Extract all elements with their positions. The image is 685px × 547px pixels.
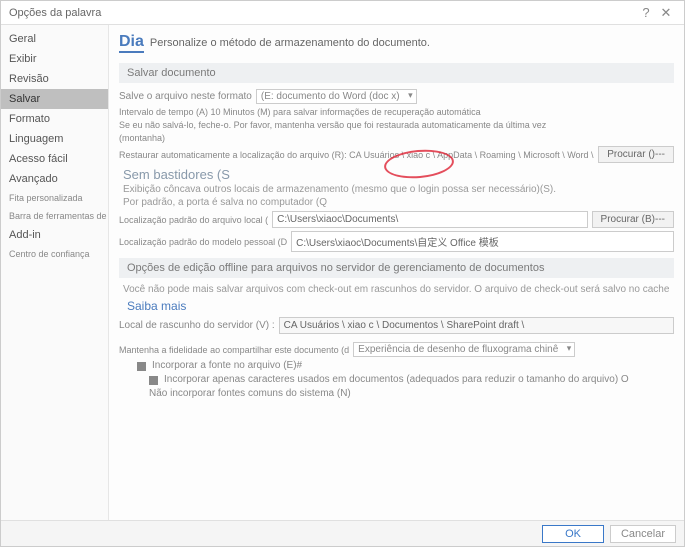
restore-path-label: Restaurar automaticamente a localização … <box>119 150 594 160</box>
sidebar-item-linguagem[interactable]: Linguagem <box>1 129 108 149</box>
draft-path-label: Local de rascunho do servidor (V) : <box>119 320 275 331</box>
no-backstage-desc: Exibição côncava outros locais de armaze… <box>123 184 674 195</box>
dia-label: Dia <box>119 33 144 53</box>
sidebar-item-salvar[interactable]: Salvar <box>1 89 108 109</box>
sidebar: Geral Exibir Revisão Salvar Formato Ling… <box>1 25 109 520</box>
save-format-dropdown[interactable]: (E: documento do Word (doc x) <box>256 89 417 104</box>
save-format-label: Salve o arquivo neste formato <box>119 91 252 102</box>
section-offline-editing: Opções de edição offline para arquivos n… <box>119 258 674 278</box>
sidebar-item-addin[interactable]: Add-in <box>1 225 108 245</box>
draft-path-input[interactable]: CA Usuários \ xiao c \ Documentos \ Shar… <box>279 317 674 334</box>
default-save-desc: Por padrão, a porta é salva no computado… <box>123 197 674 208</box>
embed-font-checkbox[interactable] <box>137 362 146 371</box>
sidebar-item-barra[interactable]: Barra de ferramentas de acesso <box>1 207 108 225</box>
fidelity-label: Mantenha a fidelidade ao compartilhar es… <box>119 345 349 355</box>
content-pane: Dia Personalize o método de armazenament… <box>109 25 684 520</box>
ok-button[interactable]: OK <box>542 525 604 543</box>
template-path-label: Localização padrão do modelo pessoal (D <box>119 237 287 247</box>
no-backstage-title: Sem bastidores (S <box>123 167 674 182</box>
learn-more-link[interactable]: Saiba mais <box>127 299 674 313</box>
sidebar-item-formato[interactable]: Formato <box>1 109 108 129</box>
sidebar-item-geral[interactable]: Geral <box>1 29 108 49</box>
browse-restore-button[interactable]: Procurar ()--- <box>598 146 674 163</box>
embed-used-chars-checkbox[interactable] <box>149 376 158 385</box>
offline-desc: Você não pode mais salvar arquivos com c… <box>123 284 674 295</box>
embed-used-chars-label: Incorporar apenas caracteres usados em d… <box>164 374 629 385</box>
sidebar-item-revisao[interactable]: Revisão <box>1 69 108 89</box>
autosave-interval-label: Intervalo de tempo (A) 10 Minutos (M) pa… <box>119 107 674 117</box>
local-path-input[interactable]: C:\Users\xiaoc\Documents\ <box>272 211 587 228</box>
sidebar-item-fita[interactable]: Fita personalizada <box>1 189 108 207</box>
template-path-input[interactable]: C:\Users\xiaoc\Documents\自定义 Office 模板 <box>291 231 674 252</box>
local-path-label: Localização padrão do arquivo local ( <box>119 215 268 225</box>
close-icon[interactable]: ✕ <box>656 5 676 21</box>
dia-desc: Personalize o método de armazenamento do… <box>150 37 430 49</box>
embed-no-common-label: Não incorporar fontes comuns do sistema … <box>149 388 351 399</box>
browse-local-button[interactable]: Procurar (B)--- <box>592 211 674 228</box>
sidebar-item-avancado[interactable]: Avançado <box>1 169 108 189</box>
fidelity-dropdown[interactable]: Experiência de desenho de fluxograma chi… <box>353 342 575 357</box>
mountain-label: (montanha) <box>119 133 674 143</box>
keep-last-label: Se eu não salvá-lo, feche-o. Por favor, … <box>119 120 674 130</box>
help-icon[interactable]: ? <box>636 5 656 20</box>
section-save-document: Salvar documento <box>119 63 674 83</box>
dialog-title: Opções da palavra <box>9 7 101 19</box>
sidebar-item-acesso-facil[interactable]: Acesso fácil <box>1 149 108 169</box>
sidebar-item-exibir[interactable]: Exibir <box>1 49 108 69</box>
cancel-button[interactable]: Cancelar <box>610 525 676 543</box>
embed-font-label: Incorporar a fonte no arquivo (E)# <box>152 360 302 371</box>
sidebar-item-centro[interactable]: Centro de confiança <box>1 245 108 263</box>
